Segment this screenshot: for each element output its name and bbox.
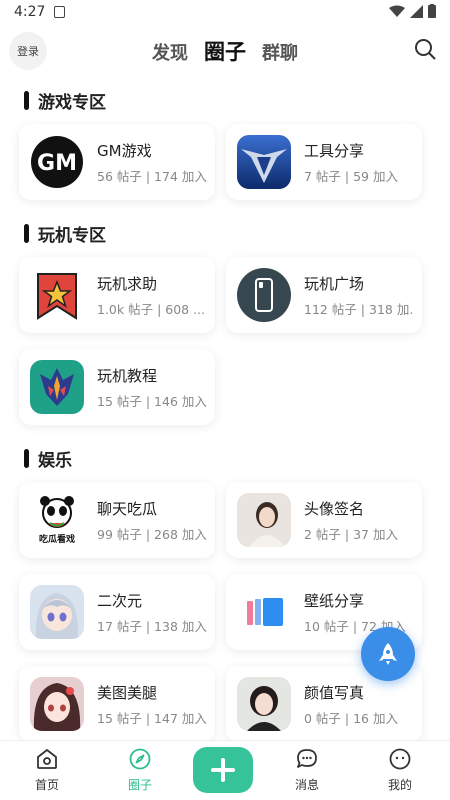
status-bar: 4:27	[0, 0, 450, 26]
wallpaper-icon	[237, 585, 291, 639]
circle-card-phone-help[interactable]: 玩机求助 1.0k 帖子 | 608 ...	[19, 257, 215, 333]
nav-label: 首页	[34, 778, 59, 792]
circle-name: 工具分享	[304, 142, 365, 160]
section-header-entertainment: 娱乐	[24, 446, 72, 471]
panda-caption: 吃瓜看戏	[38, 535, 75, 545]
signal-icon	[410, 4, 423, 18]
portrait-photo-icon	[237, 493, 291, 547]
notification-icon	[54, 6, 65, 18]
circle-card-beauty-photos[interactable]: 美图美腿 15 帖子 | 147 加入	[19, 666, 215, 740]
section-bar	[24, 224, 29, 243]
tab-group-chat[interactable]: 群聊	[262, 39, 298, 65]
status-icons	[389, 4, 436, 18]
nav-messages[interactable]: 消息	[272, 747, 342, 793]
magisk-mask-icon	[30, 360, 84, 414]
circle-stats: 1.0k 帖子 | 608 ...	[97, 302, 206, 317]
circle-name: 玩机教程	[97, 367, 158, 385]
svg-text:GM: GM	[37, 151, 77, 176]
circle-stats: 15 帖子 | 147 加入	[97, 711, 207, 726]
tab-circles[interactable]: 圈子	[204, 36, 246, 66]
status-time: 4:27	[14, 4, 46, 20]
circle-card-phone-tutorial[interactable]: 玩机教程 15 帖子 | 146 加入	[19, 349, 215, 425]
v-emblem-icon	[237, 135, 291, 189]
circle-stats: 15 帖子 | 146 加入	[97, 394, 207, 409]
circle-name: 壁纸分享	[304, 592, 365, 610]
circle-stats: 112 帖子 | 318 加...	[304, 302, 414, 317]
section-title: 娱乐	[38, 451, 72, 471]
circle-name: 美图美腿	[97, 684, 158, 702]
nav-profile[interactable]: 我的	[365, 747, 435, 793]
top-tabs: 发现 圈子 群聊	[0, 36, 450, 66]
rocket-icon	[379, 643, 397, 665]
section-title: 玩机专区	[38, 226, 106, 246]
nav-label: 消息	[294, 778, 319, 792]
smiley-icon	[389, 748, 411, 770]
nav-home[interactable]: 首页	[12, 747, 82, 793]
circle-name: GM游戏	[97, 142, 152, 160]
star-flag-icon	[30, 268, 84, 322]
bottom-nav: 首页 圈子 消息 我的	[0, 740, 450, 800]
compass-icon	[129, 748, 151, 770]
circle-stats: 56 帖子 | 174 加入	[97, 169, 207, 184]
phone-icon	[237, 268, 291, 322]
plus-icon	[211, 758, 235, 782]
circle-card-anime[interactable]: 二次元 17 帖子 | 138 加入	[19, 574, 215, 650]
section-header-phone: 玩机专区	[24, 221, 106, 246]
chat-bubble-icon	[297, 749, 317, 768]
circle-card-tools[interactable]: 工具分享 7 帖子 | 59 加入	[226, 124, 422, 200]
circle-name: 二次元	[97, 592, 143, 610]
battery-icon	[428, 4, 436, 18]
section-bar	[24, 91, 29, 110]
circle-card-avatar-signature[interactable]: 头像签名 2 帖子 | 37 加入	[226, 482, 422, 558]
circle-card-phone-plaza[interactable]: 玩机广场 112 帖子 | 318 加...	[226, 257, 422, 333]
section-header-games: 游戏专区	[24, 88, 106, 113]
circle-name: 玩机广场	[304, 275, 365, 293]
create-post-button[interactable]	[193, 747, 253, 793]
gm-logo-icon: GM	[30, 135, 84, 189]
wifi-icon	[389, 5, 405, 17]
anime-portrait-icon	[30, 677, 84, 731]
circle-stats: 7 帖子 | 59 加入	[304, 169, 398, 184]
portrait-photo-icon	[237, 677, 291, 731]
circle-stats: 99 帖子 | 268 加入	[97, 527, 207, 542]
nav-label: 圈子	[127, 778, 152, 792]
home-icon	[37, 749, 57, 769]
section-title: 游戏专区	[38, 93, 106, 113]
nav-label: 我的	[387, 778, 412, 792]
nav-circles[interactable]: 圈子	[105, 747, 175, 793]
circle-stats: 2 帖子 | 37 加入	[304, 527, 398, 542]
circle-name: 玩机求助	[97, 275, 158, 293]
circle-card-gm-games[interactable]: GM GM游戏 56 帖子 | 174 加入	[19, 124, 215, 200]
circle-card-chat-gossip[interactable]: 吃瓜看戏 聊天吃瓜 99 帖子 | 268 加入	[19, 482, 215, 558]
circle-name: 聊天吃瓜	[97, 500, 158, 518]
circle-name: 头像签名	[304, 500, 365, 518]
search-icon[interactable]	[414, 38, 436, 60]
anime-girl-icon	[30, 585, 84, 639]
top-header: 登录 发现 圈子 群聊	[0, 28, 450, 74]
panda-meme-icon: 吃瓜看戏	[30, 493, 84, 547]
circle-stats: 17 帖子 | 138 加入	[97, 619, 207, 634]
section-bar	[24, 449, 29, 468]
circle-stats: 0 帖子 | 16 加入	[304, 711, 398, 726]
rocket-fab-button[interactable]	[361, 627, 415, 681]
tab-discover[interactable]: 发现	[152, 39, 188, 65]
circle-name: 颜值写真	[304, 684, 365, 702]
